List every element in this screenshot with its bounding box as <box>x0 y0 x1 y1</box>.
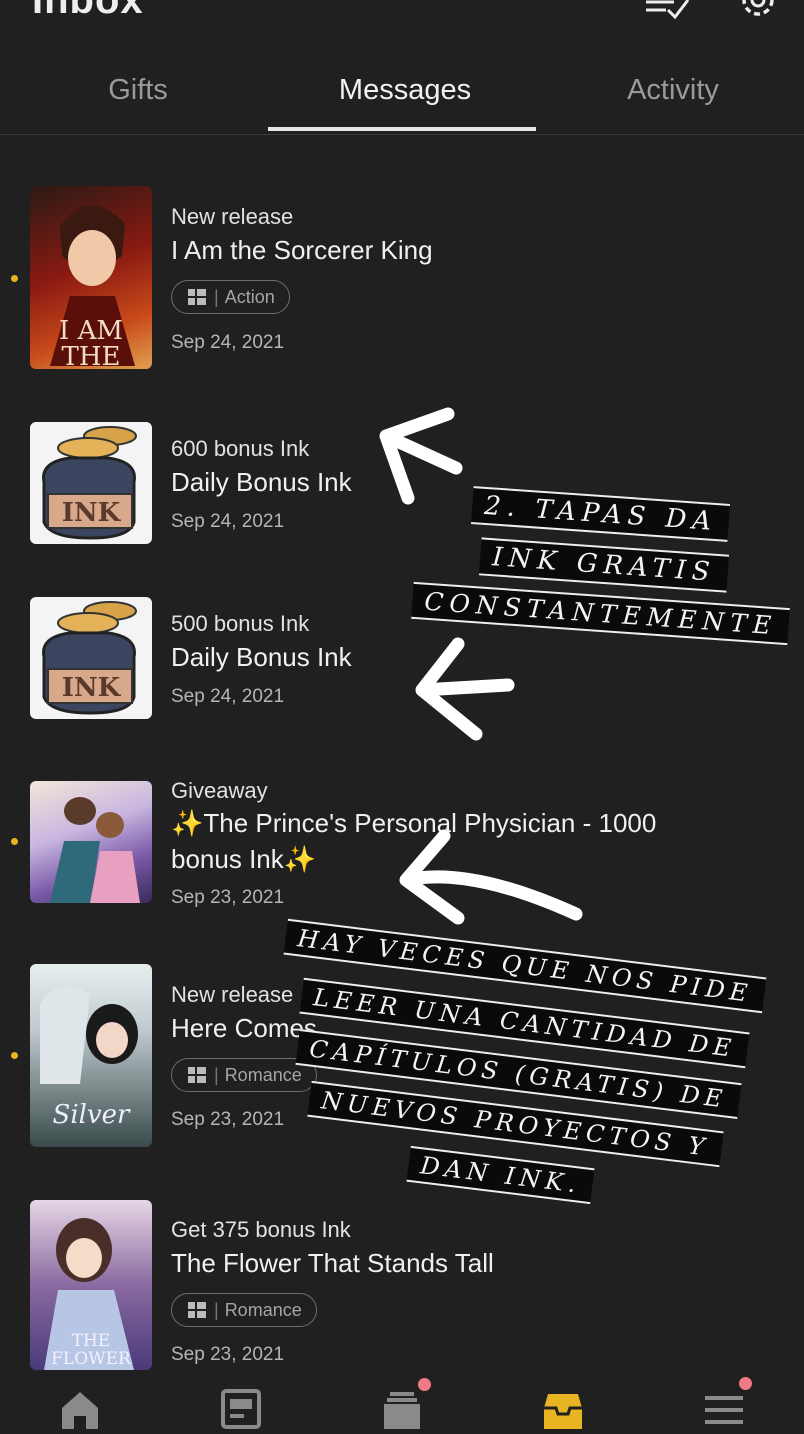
grid-icon <box>188 1302 206 1318</box>
message-date: Sep 23, 2021 <box>171 1344 285 1365</box>
message-date: Sep 24, 2021 <box>171 511 285 532</box>
message-title: Daily Bonus Ink <box>171 642 352 672</box>
message-date: Sep 23, 2021 <box>171 887 285 908</box>
unread-dot <box>11 838 18 845</box>
genre-label: Action <box>224 286 275 307</box>
cover-title-art: Silver <box>52 1100 130 1130</box>
message-kicker: New release <box>171 204 294 229</box>
top-bar: Inbox <box>0 0 804 40</box>
nav-home[interactable] <box>60 1388 100 1434</box>
tab-messages[interactable]: Messages <box>339 74 471 107</box>
nav-menu[interactable] <box>703 1388 745 1434</box>
cover-thumbnail <box>30 781 152 903</box>
cover-title-art: THE FLOWER <box>51 1331 131 1369</box>
menu-icon <box>705 1396 743 1424</box>
cover-thumbnail: THE FLOWER <box>30 1200 152 1370</box>
message-title: Daily Bonus Ink <box>171 467 352 497</box>
ink-label-art: INK <box>61 498 121 528</box>
message-item[interactable]: Giveaway ✨The Prince's Personal Physicia… <box>0 778 804 908</box>
bottom-navigation <box>0 1377 804 1429</box>
unread-dot <box>11 275 18 282</box>
notification-badge <box>739 1377 752 1390</box>
ink-label-art: INK <box>61 673 121 703</box>
home-icon <box>62 1392 98 1429</box>
grid-icon <box>188 289 206 305</box>
grid-icon <box>188 1067 206 1083</box>
library-icon <box>221 1389 261 1429</box>
cover-thumbnail: Silver <box>30 964 152 1147</box>
active-tab-indicator <box>268 127 536 131</box>
nav-stack[interactable] <box>382 1388 422 1434</box>
message-kicker: New release <box>171 982 294 1007</box>
message-date: Sep 23, 2021 <box>171 1109 285 1130</box>
message-title: ✨The Prince's Personal Physician - 1000 … <box>171 808 657 874</box>
message-kicker: 600 bonus Ink <box>171 436 310 461</box>
message-kicker: 500 bonus Ink <box>171 611 310 636</box>
message-title: The Flower That Stands Tall <box>171 1248 494 1278</box>
ink-bottle-icon: INK <box>30 597 152 719</box>
inbox-icon <box>544 1394 582 1429</box>
cover-thumbnail: I AM THE Sorcerer <box>30 186 152 369</box>
message-date: Sep 24, 2021 <box>171 332 285 353</box>
nav-library[interactable] <box>220 1388 262 1434</box>
annotation-note-line: DAN INK. <box>406 1145 595 1205</box>
genre-label: Romance <box>224 1064 302 1085</box>
tab-gifts[interactable]: Gifts <box>108 74 168 107</box>
cover-title-art: I AM THE Sorcerer <box>59 316 123 369</box>
ink-bottle-icon: INK <box>30 422 152 544</box>
message-item[interactable]: I AM THE Sorcerer New release I Am the S… <box>0 186 804 370</box>
tab-activity[interactable]: Activity <box>627 74 719 107</box>
message-item[interactable]: THE FLOWER Get 375 bonus Ink The Flower … <box>0 1200 804 1370</box>
genre-label: Romance <box>224 1299 302 1320</box>
tab-bar: Gifts Messages Activity <box>0 62 804 135</box>
notification-badge <box>418 1378 431 1391</box>
settings-gear-icon[interactable] <box>734 0 782 29</box>
page-title: Inbox <box>32 0 144 22</box>
message-kicker: Get 375 bonus Ink <box>171 1217 351 1242</box>
message-date: Sep 24, 2021 <box>171 686 285 707</box>
message-kicker: Giveaway <box>171 778 268 803</box>
nav-inbox[interactable] <box>542 1388 584 1434</box>
unread-dot <box>11 1052 18 1059</box>
message-title: I Am the Sorcerer King <box>171 235 433 265</box>
genre-tag: | Romance <box>171 1293 317 1327</box>
mark-all-read-icon[interactable] <box>644 0 692 29</box>
genre-tag: | Action <box>171 280 290 314</box>
stack-icon <box>384 1392 420 1429</box>
